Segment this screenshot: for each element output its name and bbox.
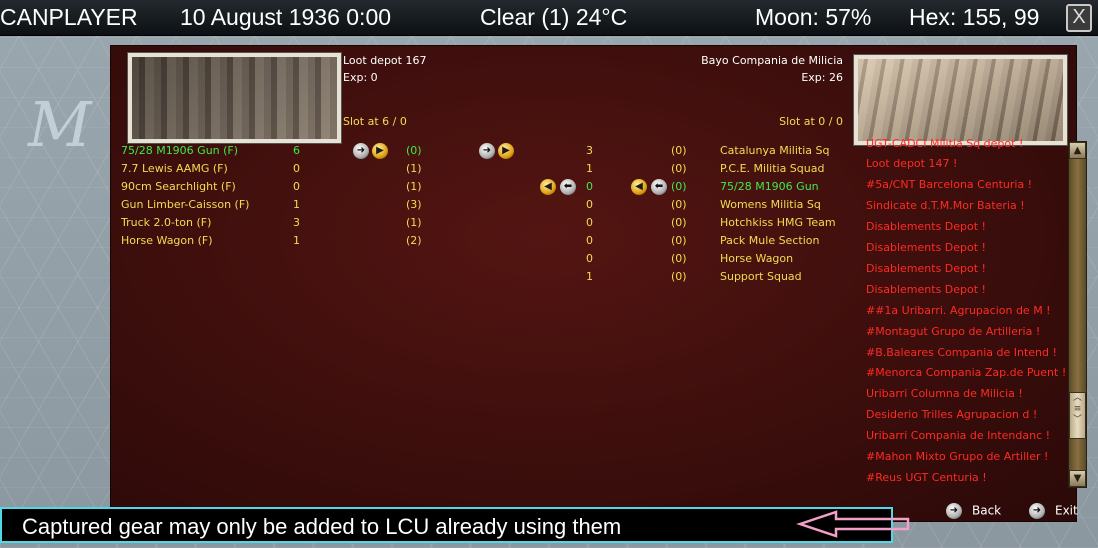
status-bar: CANPLAYER 10 August 1936 0:00 Clear (1) …	[0, 0, 1098, 36]
unit-list-item[interactable]: #Montagut Grupo de Artilleria !	[866, 325, 1040, 338]
unit-list-item[interactable]: #Mahon Mixto Grupo de Artiller !	[866, 450, 1048, 463]
unit-list-item[interactable]: UGT-CADCI Militia Sq depot !	[866, 137, 1023, 150]
unit-list-item[interactable]: #B.Baleares Compania de Intend !	[866, 346, 1057, 359]
unit-list-scrollbar[interactable]: ▲ ︿ ≡ ﹀ ▼	[1068, 141, 1087, 488]
equip-row-qty: 0	[586, 216, 593, 229]
tooltip-pointer-arrow-icon	[796, 510, 910, 538]
equip-row-qty: 1	[586, 162, 593, 175]
equip-row-qty: 3	[586, 144, 593, 157]
equip-row-qty: 0	[586, 234, 593, 247]
scroll-up-icon[interactable]: ▲	[1069, 142, 1086, 159]
source-unit-slots: Slot at 6 / 0	[343, 115, 407, 128]
exit-arrow-icon: ➜	[1029, 503, 1045, 519]
unit-list-item[interactable]: #5a/CNT Barcelona Centuria !	[866, 178, 1032, 191]
equip-row-name[interactable]: Pack Mule Section	[720, 234, 819, 247]
target-unit-photo	[854, 55, 1067, 145]
equip-row-name[interactable]: Horse Wagon	[720, 252, 793, 265]
equip-row-name[interactable]: Truck 2.0-ton (F)	[121, 216, 211, 229]
equip-row-count: (0)	[406, 144, 422, 157]
equip-row-count: (0)	[671, 216, 687, 229]
equip-row-name[interactable]: Catalunya Militia Sq	[720, 144, 829, 157]
transfer-left-icon[interactable]: ⬅	[560, 179, 576, 195]
unit-list-item[interactable]: Loot depot 147 !	[866, 157, 957, 170]
equip-row-name[interactable]: 75/28 M1906 Gun	[720, 180, 819, 193]
weather-label: Clear (1) 24°C	[480, 4, 628, 30]
unit-list-item[interactable]: Disablements Depot !	[866, 262, 986, 275]
target-unit-slots: Slot at 0 / 0	[779, 115, 843, 128]
equip-row-qty: 1	[293, 198, 300, 211]
source-unit-photo	[128, 53, 341, 143]
player-label: CANPLAYER	[0, 4, 138, 30]
equip-row-name[interactable]: Hotchkiss HMG Team	[720, 216, 836, 229]
unit-list-item[interactable]: Disablements Depot !	[866, 220, 986, 233]
equip-row-count: (0)	[671, 234, 687, 247]
scroll-thumb[interactable]: ︿ ≡ ﹀	[1069, 392, 1086, 439]
transfer-all-right-icon[interactable]: ▶	[372, 143, 388, 159]
target-unit-exp: Exp: 26	[801, 71, 843, 84]
back-label: Back	[972, 503, 1002, 518]
transfer-all-left-icon[interactable]: ◀	[631, 179, 647, 195]
equip-row-qty: 1	[586, 270, 593, 283]
unit-list-item[interactable]: Sindicate d.T.M.Mor Bateria !	[866, 199, 1025, 212]
transfer-all-right-icon[interactable]: ▶	[498, 143, 514, 159]
equip-row-qty: 0	[293, 180, 300, 193]
equip-row-qty: 0	[586, 180, 593, 193]
equip-row-qty: 6	[293, 144, 300, 157]
unit-list-item[interactable]: Disablements Depot !	[866, 241, 986, 254]
back-arrow-icon: ➜	[946, 503, 962, 519]
help-tooltip: Captured gear may only be added to LCU a…	[0, 507, 893, 543]
equip-row-count: (0)	[671, 162, 687, 175]
equipment-transfer-panel: Loot depot 167 Exp: 0 Slot at 6 / 0 Bayo…	[110, 45, 1087, 522]
equip-row-count: (0)	[671, 252, 687, 265]
transfer-right-icon[interactable]: ➜	[353, 143, 369, 159]
exit-label: Exit	[1055, 503, 1078, 518]
source-unit-exp: Exp: 0	[343, 71, 378, 84]
equip-row-count: (1)	[406, 180, 422, 193]
equip-row-qty: 0	[586, 252, 593, 265]
map-marker-letter: M	[28, 88, 92, 161]
equip-row-qty: 3	[293, 216, 300, 229]
unit-list-item[interactable]: Uribarri Columna de Milicia !	[866, 387, 1023, 400]
moon-label: Moon: 57%	[755, 4, 872, 30]
equip-row-name[interactable]: 75/28 M1906 Gun (F)	[121, 144, 238, 157]
unit-list-item[interactable]: Uribarri Compania de Intendanc !	[866, 429, 1050, 442]
equip-row-name[interactable]: 7.7 Lewis AAMG (F)	[121, 162, 228, 175]
equip-row-name[interactable]: Support Squad	[720, 270, 802, 283]
equip-row-qty: 0	[586, 198, 593, 211]
unit-list-item[interactable]: #Reus UGT Centuria !	[866, 471, 987, 484]
equip-row-count: (0)	[671, 198, 687, 211]
equip-row-name[interactable]: Gun Limber-Caisson (F)	[121, 198, 249, 211]
equip-row-name[interactable]: Horse Wagon (F)	[121, 234, 213, 247]
equip-row-name[interactable]: 90cm Searchlight (F)	[121, 180, 236, 193]
equip-row-qty: 1	[293, 234, 300, 247]
scroll-down-icon[interactable]: ▼	[1069, 470, 1086, 487]
unit-list-item[interactable]: Desiderio Trilles Agrupacion d !	[866, 408, 1037, 421]
equip-row-count: (1)	[406, 216, 422, 229]
equip-row-count: (0)	[671, 270, 687, 283]
unit-list-item[interactable]: #Menorca Compania Zap.de Puent !	[866, 366, 1066, 379]
equip-row-count: (0)	[671, 144, 687, 157]
exit-button[interactable]: ➜ Exit	[1029, 503, 1078, 519]
close-icon[interactable]: X	[1066, 4, 1092, 32]
equip-row-count: (0)	[671, 180, 687, 193]
back-button[interactable]: ➜ Back	[946, 503, 1001, 519]
equip-row-name[interactable]: Womens Militia Sq	[720, 198, 821, 211]
unit-list-item[interactable]: ##1a Uribarri. Agrupacion de M !	[866, 304, 1051, 317]
target-unit-name: Bayo Compania de Milicia	[701, 54, 843, 67]
source-unit-name: Loot depot 167	[343, 54, 427, 67]
equip-row-count: (2)	[406, 234, 422, 247]
equip-row-count: (1)	[406, 162, 422, 175]
transfer-all-left-icon[interactable]: ◀	[540, 179, 556, 195]
hex-label: Hex: 155, 99	[909, 4, 1040, 30]
transfer-right-icon[interactable]: ➜	[479, 143, 495, 159]
date-label: 10 August 1936 0:00	[180, 4, 392, 30]
equip-row-qty: 0	[293, 162, 300, 175]
transfer-left-icon[interactable]: ⬅	[651, 179, 667, 195]
equip-row-count: (3)	[406, 198, 422, 211]
equip-row-name[interactable]: P.C.E. Militia Squad	[720, 162, 824, 175]
unit-list-item[interactable]: Disablements Depot !	[866, 283, 986, 296]
